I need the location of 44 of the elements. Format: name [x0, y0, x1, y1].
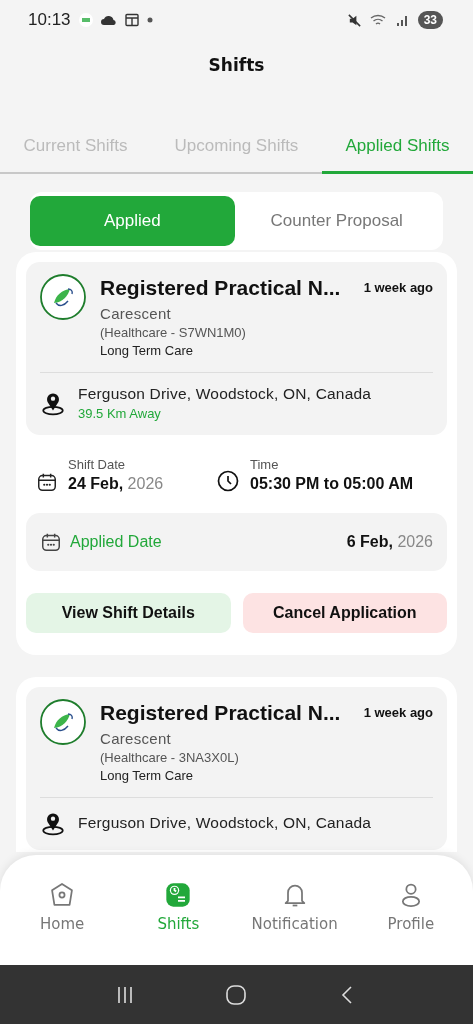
leaf-stethoscope-logo-icon — [40, 274, 86, 320]
signal-icon — [395, 13, 410, 27]
care-category: Long Term Care — [100, 768, 194, 783]
posted-time: 1 week ago — [363, 705, 433, 722]
page-title: Shifts — [208, 55, 265, 75]
care-category: Long Term Care — [100, 343, 194, 358]
home-icon[interactable] — [225, 983, 248, 1006]
cloud-icon — [100, 14, 117, 26]
shift-time: 05:30 PM to 05:00 AM — [250, 475, 413, 493]
tab[interactable]: Applied Shifts — [321, 126, 473, 174]
nav-item[interactable]: Profile — [355, 855, 466, 965]
facility-code: (Healthcare - S7WN1M0) — [100, 325, 247, 340]
distance: 39.5 Km Away — [78, 406, 162, 421]
field-label: Time — [250, 457, 280, 472]
facility-code: (Healthcare - 3NA3X0L) — [100, 750, 240, 765]
clock-icon — [216, 469, 240, 493]
leaf-stethoscope-logo-icon — [40, 699, 86, 745]
calendar-icon — [36, 471, 58, 493]
dot-icon — [146, 17, 153, 23]
nav-item[interactable]: Home — [7, 855, 118, 965]
posted-time: 1 week ago — [363, 280, 433, 297]
details-button[interactable]: View Shift Details — [26, 593, 231, 633]
status-time: 10:13 — [28, 10, 71, 30]
calendar-icon — [40, 531, 62, 553]
company-name: Carescent — [100, 305, 173, 322]
job-title: Registered Practical N... — [100, 276, 342, 300]
applied-date: 6 Feb, 2026 — [346, 533, 433, 551]
segment-tab[interactable]: Counter Proposal — [234, 196, 439, 246]
field-label: Shift Date — [68, 457, 127, 472]
address: Ferguson Drive, Woodstock, ON, Canada — [78, 814, 372, 832]
mute-icon — [346, 12, 362, 28]
battery-level: 33 — [417, 11, 443, 29]
segment-tab[interactable]: Applied — [30, 196, 235, 246]
calendar-icon — [124, 13, 139, 27]
app-notification-icon — [78, 13, 93, 27]
job-title: Registered Practical N... — [100, 701, 342, 725]
field-label: Applied Date — [70, 533, 163, 551]
cancel-button[interactable]: Cancel Application — [242, 593, 447, 633]
nav-item[interactable]: Shifts — [123, 855, 234, 965]
address: Ferguson Drive, Woodstock, ON, Canada — [78, 385, 372, 403]
nav-item[interactable]: Notification — [239, 855, 350, 965]
company-name: Carescent — [100, 730, 173, 747]
shift-date: 24 Feb, 2026 — [68, 475, 164, 493]
clock-document-icon — [164, 881, 193, 909]
